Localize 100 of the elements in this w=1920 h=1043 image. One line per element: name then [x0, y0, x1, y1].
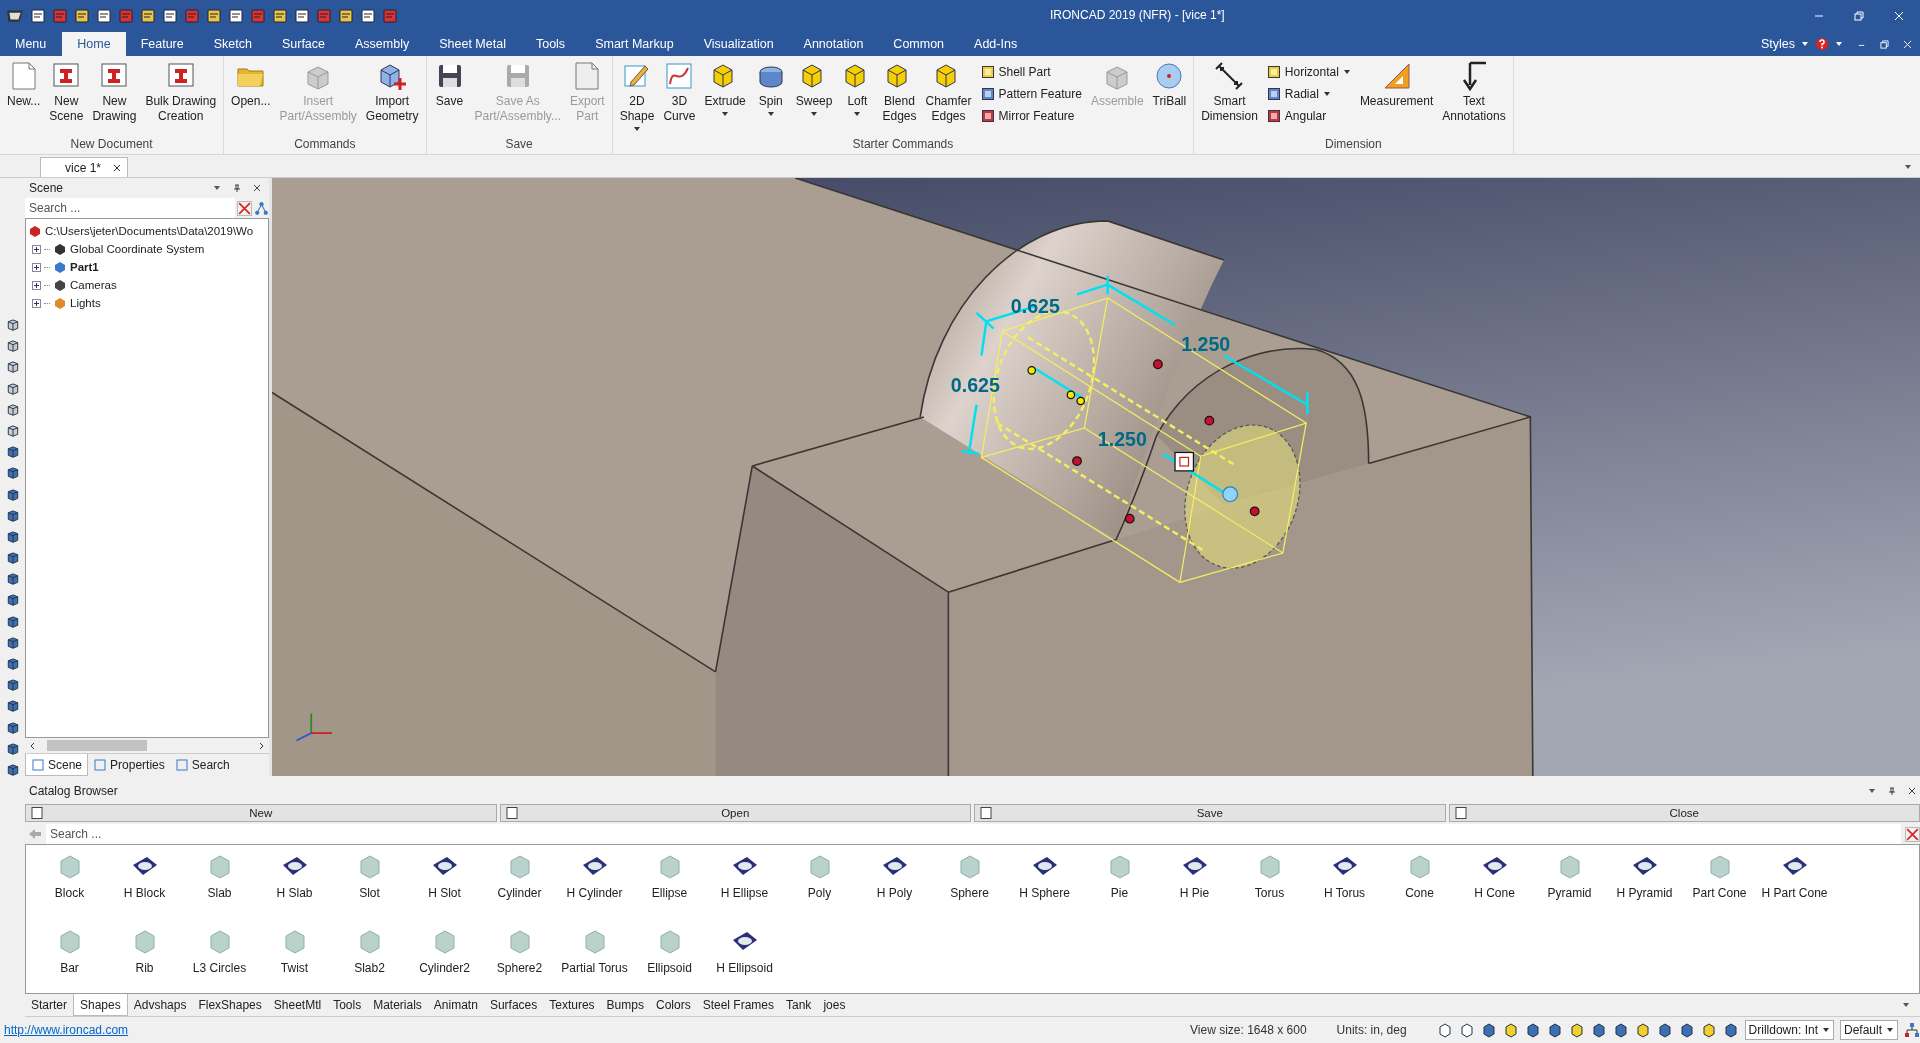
restore-icon[interactable] — [1880, 39, 1889, 49]
tree-item[interactable]: Global Coordinate System — [70, 243, 205, 255]
catalog-tab[interactable]: Steel Frames — [696, 994, 780, 1016]
mode-dropdown[interactable]: Default — [1839, 1020, 1898, 1040]
ribbon-tab[interactable]: Assembly — [340, 32, 425, 56]
dimension-label[interactable]: 0.625 — [950, 374, 1000, 397]
view-tool-icon[interactable] — [1612, 1022, 1629, 1038]
toolbar-icon[interactable] — [228, 8, 244, 24]
catalog-tab[interactable]: Tools — [327, 994, 368, 1016]
catalog-tab[interactable]: Colors — [649, 994, 697, 1016]
ribbon-tab[interactable]: Surface — [266, 32, 341, 56]
view-cube-icon[interactable] — [5, 423, 20, 438]
expander-icon[interactable] — [32, 298, 41, 308]
dimension-label[interactable]: 0.625 — [1010, 294, 1060, 317]
caret-icon[interactable] — [1868, 787, 1876, 795]
ribbon-button[interactable]: TriBall — [1148, 60, 1191, 109]
expander-icon[interactable] — [32, 244, 41, 254]
ribbon-tab[interactable]: Feature — [125, 32, 199, 56]
catalog-button[interactable]: Close — [1448, 804, 1920, 822]
ribbon-button[interactable]: Text Annotations — [1438, 60, 1510, 124]
catalog-tab[interactable]: Tank — [780, 994, 818, 1016]
clear-icon[interactable] — [237, 200, 252, 216]
ribbon-button[interactable]: New... — [3, 60, 45, 109]
close-icon[interactable] — [253, 184, 261, 192]
view-tool-icon[interactable] — [1678, 1022, 1695, 1038]
ribbon-button[interactable]: Open... — [227, 60, 275, 109]
toolbar-icon[interactable] — [338, 8, 354, 24]
ribbon-tab[interactable]: Add-Ins — [959, 32, 1033, 56]
view-tool-icon[interactable] — [1480, 1022, 1497, 1038]
ribbon-button[interactable]: 2D Shape — [615, 60, 659, 133]
ribbon-tab[interactable]: Smart Markup — [580, 32, 689, 56]
view-cube-icon[interactable] — [5, 720, 20, 734]
ribbon-button[interactable]: Bulk Drawing Creation — [141, 60, 221, 124]
expander-icon[interactable] — [32, 280, 41, 290]
view-tool-icon[interactable] — [1722, 1022, 1739, 1038]
ribbon-button[interactable]: 3D Curve — [659, 60, 700, 124]
view-cube-icon[interactable] — [5, 466, 20, 480]
ribbon-tab[interactable]: Tools — [520, 32, 581, 56]
catalog-tab[interactable]: Shapes — [73, 994, 128, 1016]
catalog-tab[interactable]: FlexShapes — [192, 994, 268, 1016]
view-tool-icon[interactable] — [1590, 1022, 1607, 1038]
close-icon[interactable] — [1908, 787, 1916, 795]
view-cube-icon[interactable] — [5, 529, 20, 544]
view-tool-icon[interactable] — [1458, 1022, 1475, 1038]
triball-handle-icon[interactable] — [1174, 451, 1195, 472]
catalog-tab[interactable]: Advshaps — [127, 994, 193, 1016]
toolbar-icon[interactable] — [140, 8, 156, 24]
ribbon-tab[interactable]: Common — [878, 32, 960, 56]
styles-menu[interactable]: Styles — [1760, 37, 1795, 51]
ribbon-button[interactable]: Blend Edges — [878, 60, 921, 124]
catalog-tab[interactable]: Materials — [367, 994, 428, 1016]
restore-icon[interactable] — [1854, 11, 1864, 21]
view-cube-icon[interactable] — [5, 487, 20, 501]
view-cube-icon[interactable] — [5, 678, 20, 692]
tree-item[interactable]: C:\Users\jeter\Documents\Data\2019\Wo — [45, 225, 254, 237]
part-model-drawing[interactable] — [272, 178, 1534, 776]
view-cube-icon[interactable] — [5, 508, 20, 522]
view-cube-icon[interactable] — [5, 572, 20, 586]
view-cube-icon[interactable] — [5, 318, 20, 332]
panel-tab[interactable]: Properties — [88, 754, 170, 776]
view-cube-icon[interactable] — [5, 551, 20, 565]
scroll-left-icon[interactable] — [29, 741, 37, 750]
view-tool-icon[interactable] — [1524, 1022, 1541, 1038]
scroll-right-icon[interactable] — [257, 741, 265, 750]
toolbar-icon[interactable] — [96, 8, 112, 24]
catalog-tab[interactable]: Animatn — [427, 994, 484, 1016]
ribbon-tab[interactable]: Visualization — [688, 32, 789, 56]
ribbon-tab[interactable]: Sketch — [198, 32, 267, 56]
catalog-tab[interactable]: joes — [817, 994, 852, 1016]
close-icon[interactable] — [113, 163, 121, 172]
view-cube-icon[interactable] — [5, 741, 20, 755]
toolbar-icon[interactable] — [162, 8, 178, 24]
toolbar-icon[interactable] — [206, 8, 222, 24]
toolbar-icon[interactable] — [272, 8, 288, 24]
view-cube-icon[interactable] — [5, 614, 20, 628]
ribbon-button[interactable]: Spin — [750, 60, 791, 118]
ribbon-tab[interactable]: Sheet Metal — [424, 32, 521, 56]
catalog-button[interactable]: Save — [974, 804, 1446, 822]
ribbon-button[interactable]: Angular — [1266, 106, 1351, 125]
catalog-tab[interactable]: Starter — [25, 994, 73, 1016]
drilldown-dropdown[interactable]: Drilldown: Int — [1744, 1020, 1834, 1040]
panel-tab[interactable]: Scene — [25, 754, 89, 776]
view-cube-icon[interactable] — [5, 445, 20, 459]
panel-tab[interactable]: Search — [169, 754, 235, 776]
view-tool-icon[interactable] — [1656, 1022, 1673, 1038]
pin-icon[interactable] — [1888, 787, 1896, 795]
view-cube-icon[interactable] — [5, 699, 20, 713]
ribbon-button[interactable]: Chamfer Edges — [921, 60, 976, 124]
search-field[interactable]: Search ... — [25, 198, 235, 218]
view-cube-icon[interactable] — [5, 360, 20, 374]
caret-icon[interactable] — [213, 184, 221, 192]
hierarchy-icon[interactable] — [1904, 1022, 1920, 1038]
ribbon-button[interactable]: Radial — [1266, 84, 1351, 103]
tree-icon[interactable] — [254, 200, 269, 216]
tree-item[interactable]: Cameras — [70, 279, 117, 291]
view-cube-icon[interactable] — [5, 339, 20, 353]
ribbon-button[interactable]: Extrude — [700, 60, 750, 118]
view-tool-icon[interactable] — [1502, 1022, 1519, 1038]
view-cube-icon[interactable] — [5, 657, 20, 671]
view-tool-icon[interactable] — [1568, 1022, 1585, 1038]
